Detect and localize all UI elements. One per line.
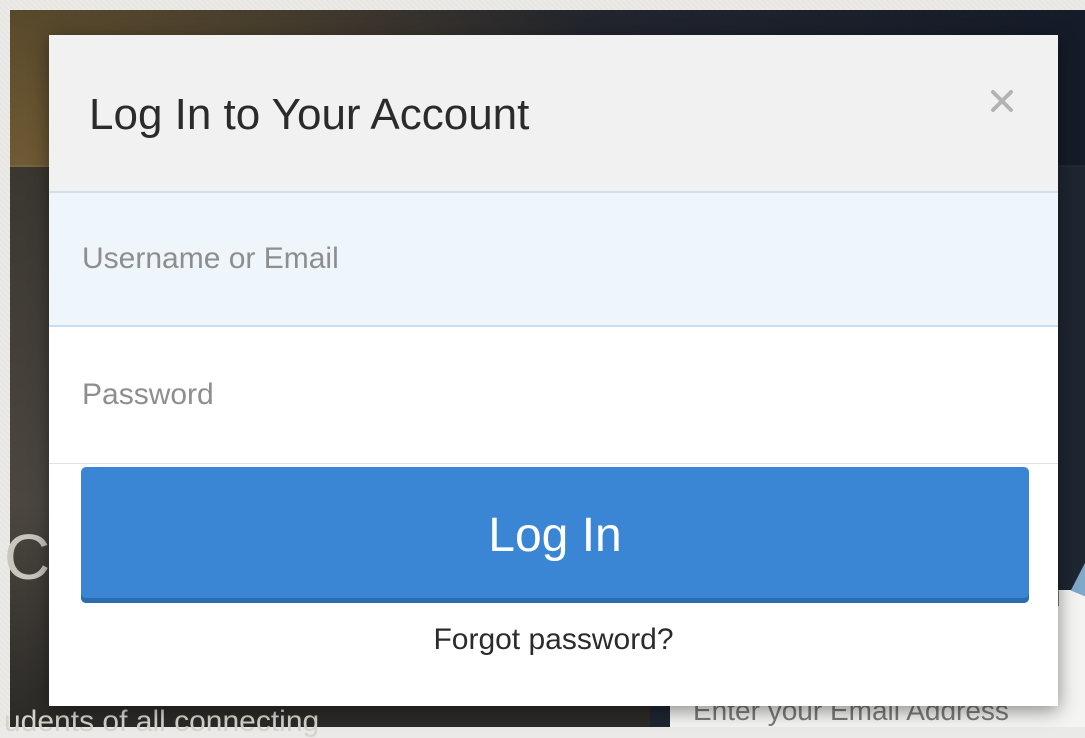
forgot-password-link[interactable]: Forgot password?: [49, 625, 1058, 655]
modal-header: Log In to Your Account: [49, 35, 1058, 193]
password-input[interactable]: [49, 327, 1058, 464]
username-email-input[interactable]: [49, 193, 1058, 327]
hero-body-text: udents of all connecting: [4, 705, 320, 738]
login-button[interactable]: Log In: [81, 467, 1029, 603]
login-modal: Log In to Your Account Log In Forgot pas…: [49, 35, 1058, 706]
hero-heading-fragment: C: [4, 521, 51, 593]
modal-title: Log In to Your Account: [89, 90, 530, 139]
close-icon[interactable]: [984, 83, 1020, 119]
